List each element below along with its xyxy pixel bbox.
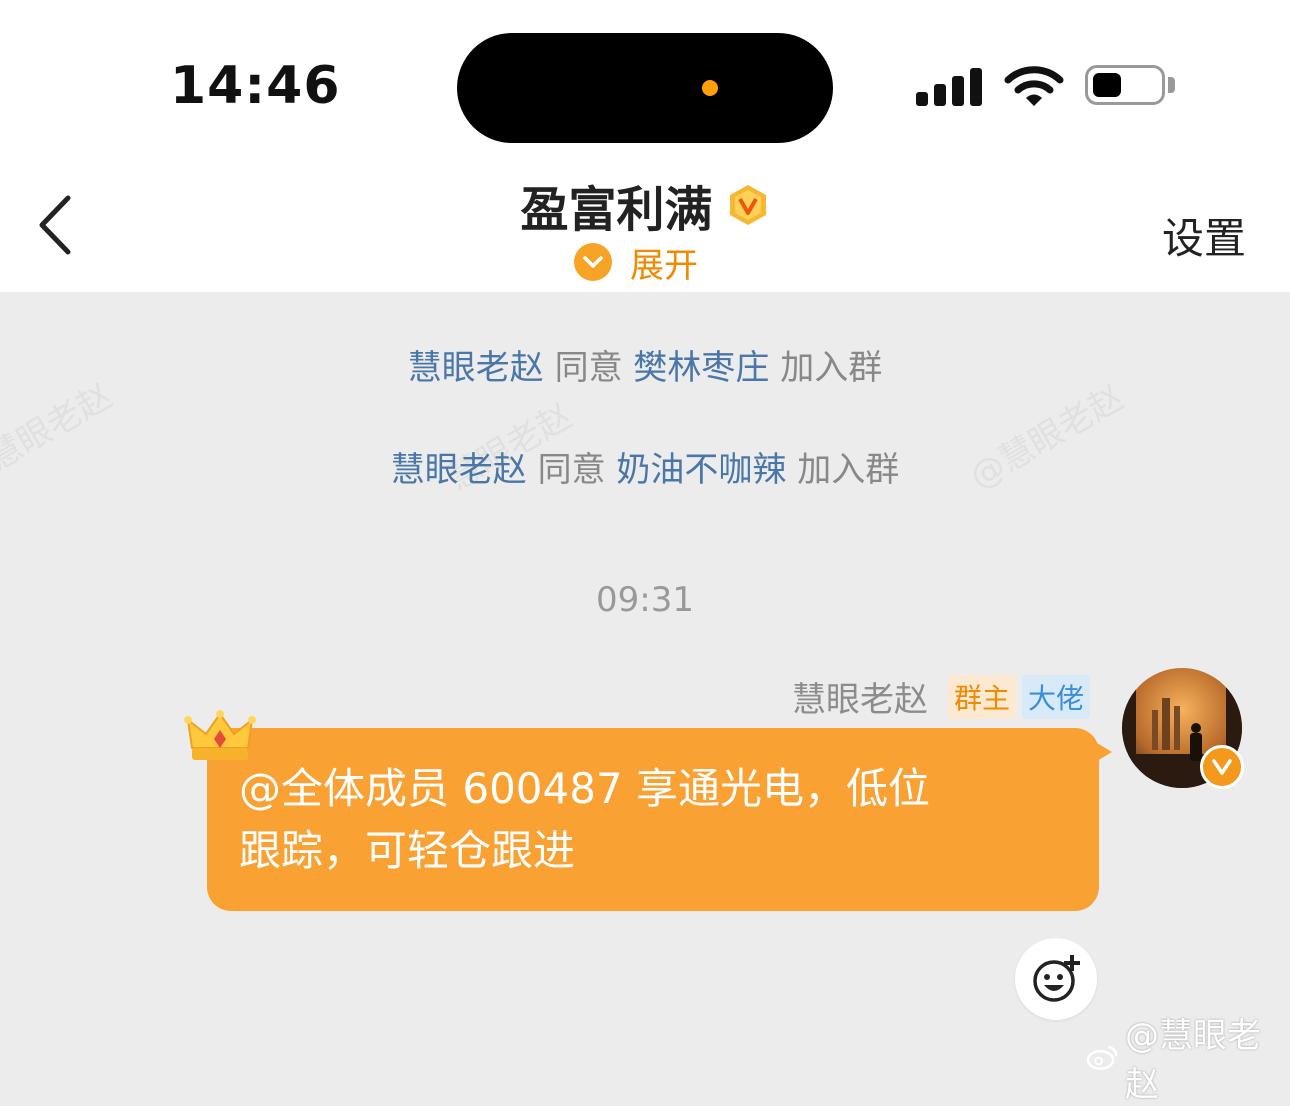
- dynamic-island: [457, 33, 833, 143]
- cellular-signal-icon: [916, 68, 982, 106]
- message-text-line: 跟踪，可轻仓跟进: [239, 826, 576, 875]
- battery-tip: [1168, 77, 1175, 93]
- system-message-action: 同意: [537, 450, 606, 490]
- crown-icon: [184, 710, 256, 760]
- settings-button[interactable]: 设置: [1162, 205, 1246, 266]
- system-message-suffix: 加入群: [780, 348, 883, 388]
- expand-button[interactable]: 展开: [574, 240, 698, 286]
- chat-title-area: 盈富利满: [0, 170, 1290, 240]
- owner-tag: 群主: [948, 674, 1017, 719]
- bubble-tail: [1092, 740, 1112, 764]
- system-message-suffix: 加入群: [797, 450, 900, 490]
- verified-v-icon: [1200, 745, 1244, 789]
- v-badge-icon: [729, 185, 766, 225]
- system-message: 慧眼老赵 同意 樊林枣庄 加入群: [0, 340, 1290, 389]
- weibo-logo-icon: [1086, 1046, 1118, 1070]
- system-message-user[interactable]: 慧眼老赵: [408, 348, 544, 388]
- boss-tag: 大佬: [1022, 674, 1091, 719]
- expand-label: 展开: [630, 245, 698, 286]
- message-sender: 慧眼老赵 群主 大佬: [792, 672, 1091, 721]
- message-text-line: @全体成员 600487 享通光电，低位: [239, 764, 931, 813]
- chevron-down-icon: [574, 243, 612, 281]
- page-title: 盈富利满: [520, 182, 713, 238]
- system-message: 慧眼老赵 同意 奶油不咖辣 加入群: [0, 442, 1290, 491]
- message-bubble[interactable]: @全体成员 600487 享通光电，低位 跟踪，可轻仓跟进: [207, 728, 1099, 911]
- emoji-add-icon: [1033, 955, 1080, 1002]
- system-message-action: 同意: [554, 348, 623, 388]
- weibo-watermark-text: @慧眼老赵: [1125, 1016, 1261, 1105]
- message-timestamp: 09:31: [596, 580, 694, 620]
- wifi-icon: [1004, 66, 1064, 106]
- system-message-user[interactable]: 慧眼老赵: [391, 450, 527, 490]
- system-message-target[interactable]: 奶油不咖辣: [616, 450, 786, 490]
- privacy-indicator-icon: [702, 80, 718, 96]
- system-message-target[interactable]: 樊林枣庄: [633, 348, 769, 388]
- sender-name[interactable]: 慧眼老赵: [792, 672, 928, 721]
- status-time: 14:46: [170, 56, 341, 116]
- emoji-add-button[interactable]: [1015, 938, 1097, 1020]
- battery-icon: [1085, 65, 1165, 105]
- weibo-watermark: @慧眼老赵: [1086, 1008, 1290, 1106]
